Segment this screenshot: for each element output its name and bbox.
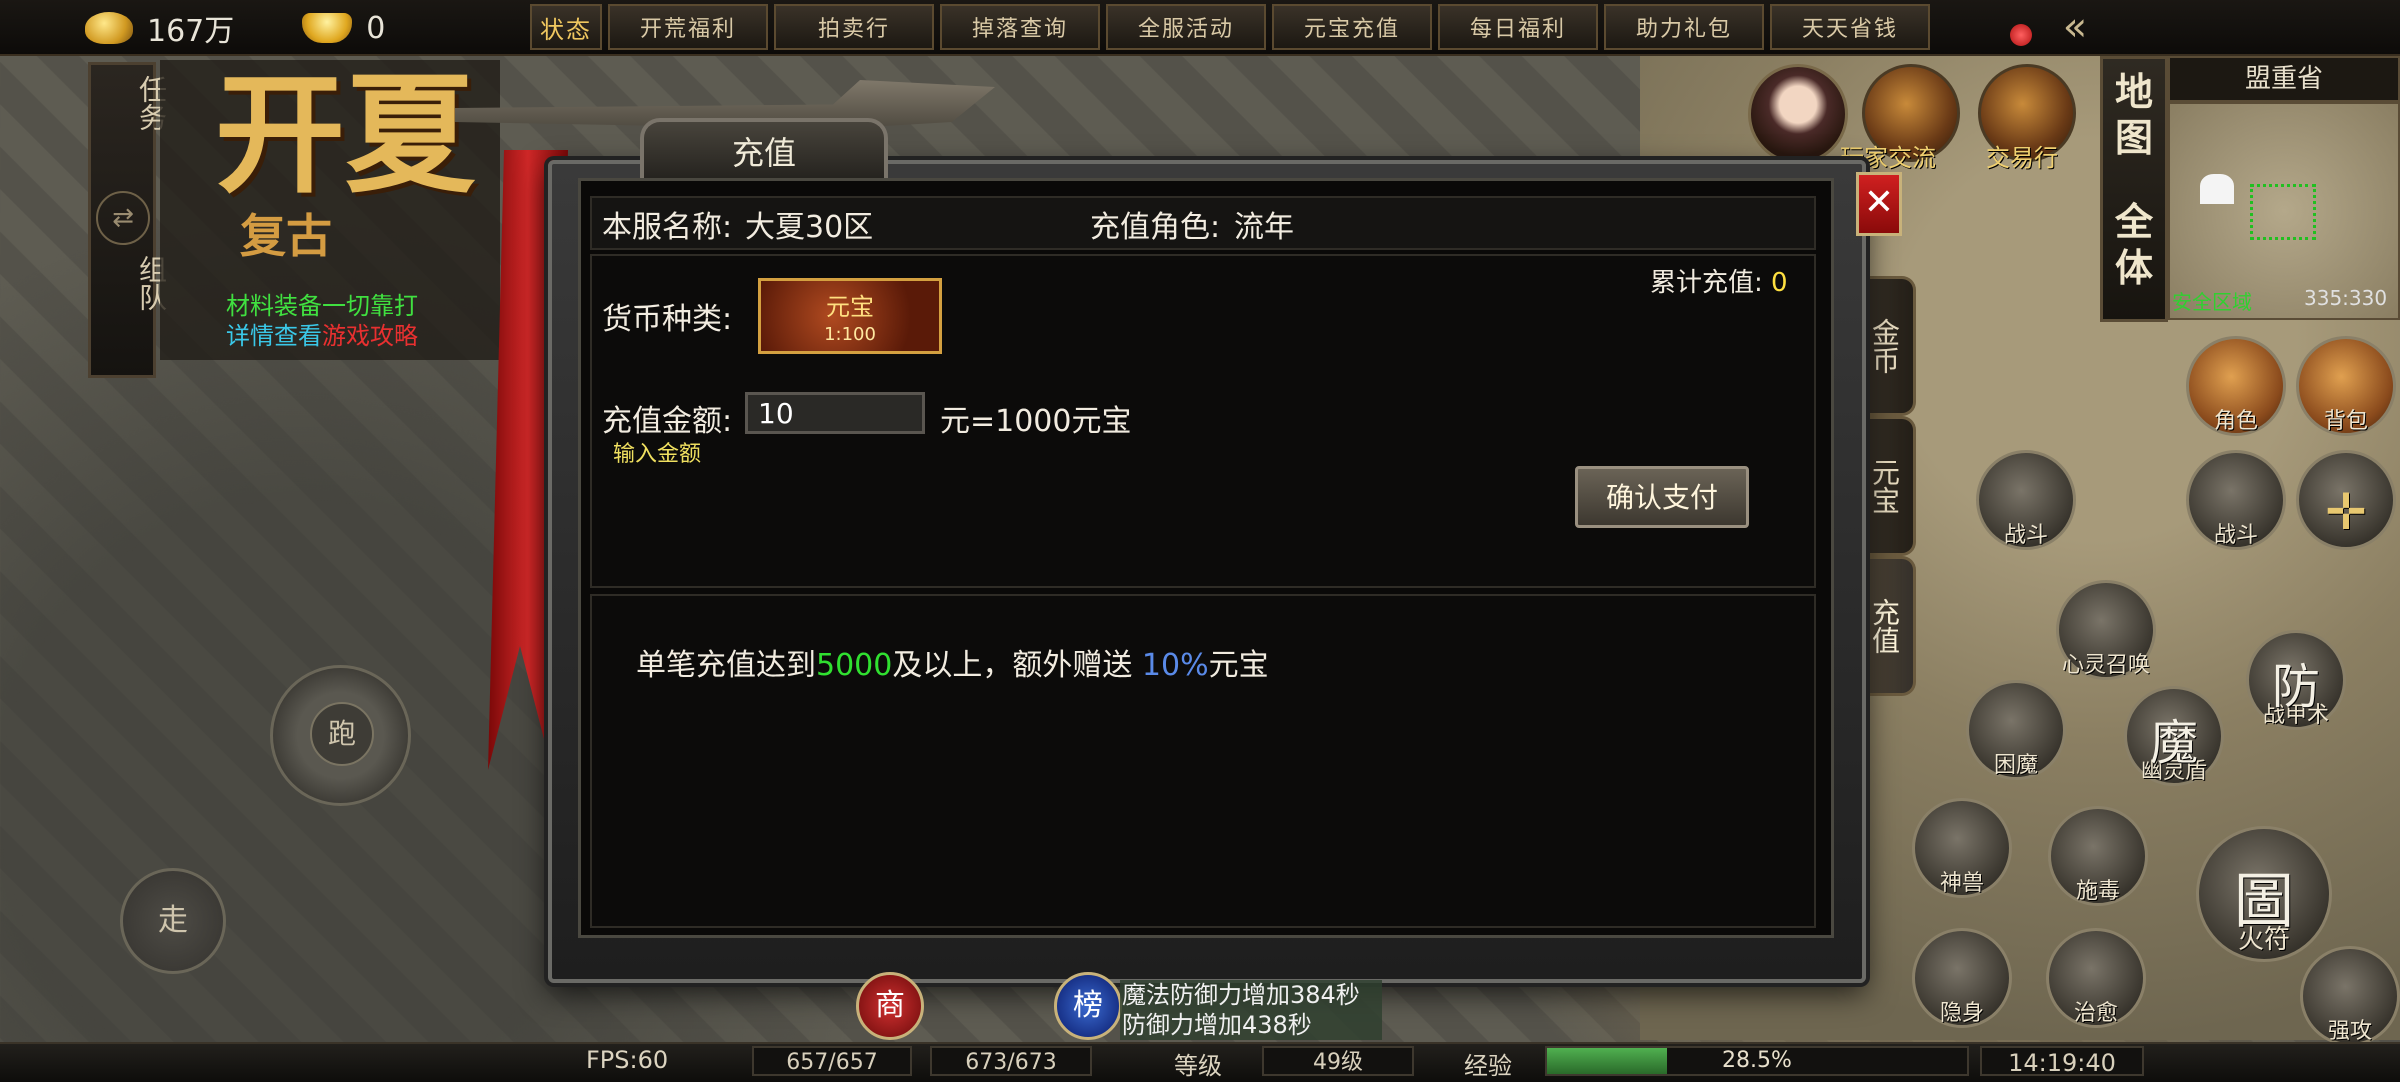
bonus-text: 单笔充值达到5000及以上，额外赠送 10%元宝 (636, 648, 1269, 683)
menu-daily-saving[interactable]: 天天省钱 (1770, 4, 1930, 50)
ingot-currency-option[interactable]: 元宝 1:100 (758, 278, 942, 354)
ghost-glyph: 魔 (2149, 715, 2198, 771)
gold-amount: 167万 (147, 14, 235, 49)
minimap-building (2200, 174, 2234, 204)
clock: 14:19:40 (1980, 1046, 2144, 1077)
amount-result: 元=1000元宝 (940, 404, 1132, 439)
menu-status[interactable]: 状态 (530, 4, 602, 50)
buff-message-1: 魔法防御力增加384秒 (1120, 980, 1382, 1010)
server-value: 大夏30区 (745, 210, 874, 245)
tab-all[interactable]: 全体 (2103, 199, 2165, 291)
province-name: 盟重省 (2168, 56, 2400, 102)
top-menu: 状态 开荒福利 拍卖行 掉落查询 全服活动 元宝充值 每日福利 助力礼包 天天省… (530, 4, 1930, 50)
armor-skill[interactable]: 防战甲术 (2246, 630, 2346, 730)
move-cross-icon[interactable]: ✛ (2296, 450, 2396, 550)
menu-daily-welfare[interactable]: 每日福利 (1438, 4, 1598, 50)
amount-input[interactable] (745, 392, 925, 434)
currency-label: 货币种类: (602, 302, 733, 337)
bag-button[interactable]: 背包 (2296, 336, 2396, 436)
map-tab-strip: 地图 全体 (2100, 56, 2168, 322)
swap-icon[interactable]: ⇄ (96, 191, 150, 245)
exp-value: 28.5% (1722, 1048, 1792, 1073)
exp-label: 经验 (1464, 1052, 1512, 1080)
promo-prefix: 详情查看 (226, 322, 322, 350)
minimap-safe-area (2250, 184, 2316, 240)
coordinates: 335:330 (2304, 286, 2388, 310)
role-value: 流年 (1234, 210, 1294, 245)
ingot-icon (302, 13, 353, 43)
level-label: 等级 (1174, 1052, 1222, 1080)
walk-button[interactable]: 走 (120, 868, 226, 974)
game-logo-sub: 复古 (240, 209, 332, 263)
left-tab-strip: 任务 ⇄ 组队 (88, 62, 168, 378)
menu-server-events[interactable]: 全服活动 (1106, 4, 1266, 50)
notification-dot (2010, 24, 2032, 46)
menu-support-pack[interactable]: 助力礼包 (1604, 4, 1764, 50)
talisman-glyph: 圖 (2234, 867, 2294, 937)
exp-bar: 28.5% (1545, 1046, 1969, 1076)
safe-zone-label: 安全区域 (2172, 290, 2252, 314)
dialog-title: 充值 (640, 118, 888, 184)
talisman-skill[interactable]: 圖火符 (2196, 826, 2332, 962)
promo-line-2: 详情查看游戏攻略 (226, 316, 418, 351)
tab-gold[interactable]: 金币 (1858, 276, 1916, 416)
trap-skill[interactable]: 困魔 (1966, 680, 2066, 780)
trade-label: 交易行 (1986, 144, 2058, 172)
gold-coin-icon (85, 12, 133, 44)
buff-message-2: 防御力增加438秒 (1120, 1010, 1382, 1040)
menu-drop-query[interactable]: 掉落查询 (940, 4, 1100, 50)
guide-link[interactable]: 游戏攻略 (322, 322, 418, 350)
fps-counter: FPS:60 (586, 1046, 669, 1074)
collapse-arrow-icon[interactable]: « (2040, 2, 2110, 52)
menu-opening-welfare[interactable]: 开荒福利 (608, 4, 768, 50)
soul-summon-skill[interactable]: 心灵召唤 (2056, 580, 2156, 680)
run-button[interactable]: 跑 (310, 702, 374, 766)
beast-skill[interactable]: 神兽 (1912, 798, 2012, 898)
shop-button[interactable]: 商 (856, 972, 924, 1040)
tab-team[interactable]: 组队 (105, 255, 168, 311)
mp-value: 673/673 (930, 1046, 1092, 1076)
amount-label: 充值金额: (602, 404, 733, 439)
heal-skill[interactable]: 治愈 (2046, 928, 2146, 1028)
currency-bar: 167万 0 (85, 8, 386, 49)
role-button[interactable]: 角色 (2186, 336, 2286, 436)
ghost-shield-skill[interactable]: 魔幽灵盾 (2124, 686, 2224, 786)
amount-hint: 输入金额 (613, 442, 702, 467)
game-logo: 开夏 (215, 58, 476, 211)
armor-glyph: 防 (2271, 659, 2320, 715)
poison-skill[interactable]: 施毒 (2048, 806, 2148, 906)
ingot-option-name: 元宝 (826, 293, 874, 321)
level-value: 49级 (1262, 1046, 1414, 1076)
tab-ingot[interactable]: 元宝 (1858, 416, 1916, 556)
fight-skill-1[interactable]: 战斗 (1976, 450, 2076, 550)
buff-messages: 魔法防御力增加384秒 防御力增加438秒 (1120, 980, 1382, 1040)
bonus-threshold: 5000 (816, 648, 893, 683)
role-label: 充值角色: (1090, 210, 1221, 245)
ingot-option-rate: 1:100 (824, 324, 876, 345)
menu-ingot-recharge[interactable]: 元宝充值 (1272, 4, 1432, 50)
total-recharge: 累计充值: 0 (1650, 268, 1788, 298)
tab-quest[interactable]: 任务 (105, 75, 168, 131)
fight-skill-2[interactable]: 战斗 (2186, 450, 2286, 550)
bonus-percent: 10% (1141, 648, 1209, 683)
total-recharge-value: 0 (1771, 268, 1788, 298)
ranking-button[interactable]: 榜 (1054, 972, 1122, 1040)
strong-attack-skill[interactable]: 强攻 (2300, 946, 2400, 1046)
player-avatar[interactable] (1748, 64, 1848, 164)
server-label: 本服名称: (602, 210, 733, 245)
close-button[interactable]: ✕ (1856, 172, 1902, 236)
tab-map[interactable]: 地图 (2103, 69, 2165, 161)
tab-recharge[interactable]: 充值 (1858, 556, 1916, 696)
confirm-pay-button[interactable]: 确认支付 (1575, 466, 1749, 528)
ingot-amount: 0 (366, 10, 386, 46)
hp-value: 657/657 (752, 1046, 912, 1076)
menu-auction[interactable]: 拍卖行 (774, 4, 934, 50)
hide-skill[interactable]: 隐身 (1912, 928, 2012, 1028)
